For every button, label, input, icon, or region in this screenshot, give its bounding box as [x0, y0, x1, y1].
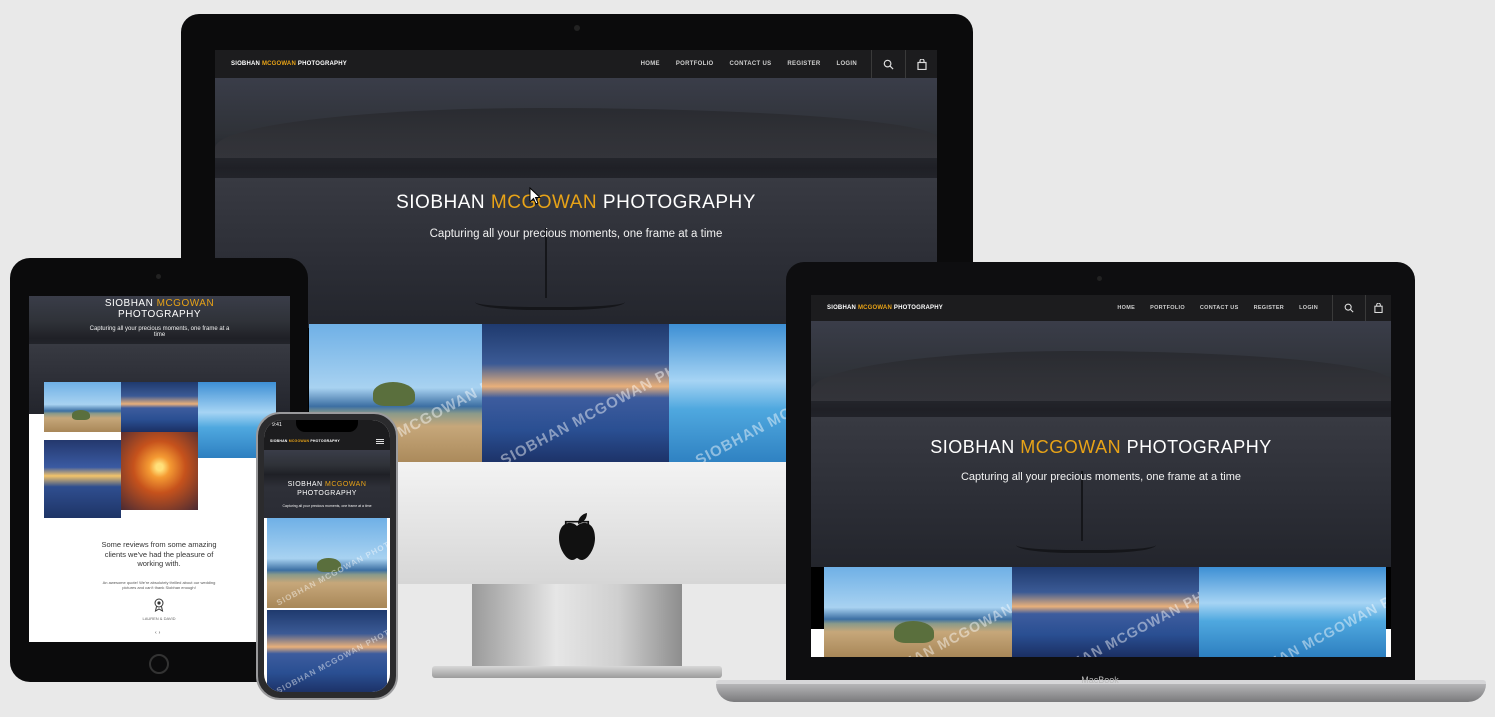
apple-logo-shape: [559, 513, 595, 560]
ipad-home-button: [149, 654, 169, 674]
nav-home[interactable]: HOME: [1117, 305, 1135, 311]
ipad-screen: SIOBHAN MCGOWAN PHOTOGRAPHY Capturing al…: [29, 296, 290, 642]
iphone-notch: [296, 420, 358, 432]
hamburger-menu-icon[interactable]: [376, 438, 384, 445]
iphone-device: SIOBHAN MCGOWAN PHOTOGRAPHY 9:41 SIOBHAN…: [256, 412, 398, 700]
nav-home[interactable]: HOME: [641, 61, 660, 67]
brand-logo[interactable]: SIOBHAN MCGOWAN PHOTOGRAPHY: [270, 439, 340, 443]
responsive-mockup: SIOBHAN MCGOWAN PHOTOGRAPHY Capturing al…: [0, 0, 1495, 717]
nav-menu: HOME PORTFOLIO CONTACT US REGISTER LOGIN: [1117, 295, 1318, 321]
hero-tagline: Capturing all your precious moments, one…: [282, 504, 372, 508]
brand-logo[interactable]: SIOBHAN MCGOWAN PHOTOGRAPHY: [827, 305, 943, 311]
ipad-camera: [156, 274, 161, 279]
top-nav: SIOBHAN MCGOWAN PHOTOGRAPHY HOME PORTFOL…: [215, 50, 937, 78]
hero-tagline: Capturing all your precious moments, one…: [960, 471, 1242, 483]
imac-stand: [472, 584, 682, 672]
hero-tagline: Capturing all your precious moments, one…: [429, 228, 723, 240]
hero-title: SIOBHAN MCGOWAN PHOTOGRAPHY: [287, 481, 367, 497]
nav-register[interactable]: REGISTER: [1254, 305, 1285, 311]
review-text: An awesome quote! We're absolutely thril…: [102, 580, 216, 590]
nav-portfolio[interactable]: PORTFOLIO: [1150, 305, 1185, 311]
reviews-heading: Some reviews from some amazing clients w…: [101, 540, 217, 568]
hero-tagline: Capturing all your precious moments, one…: [89, 326, 230, 338]
nav-login[interactable]: LOGIN: [1299, 305, 1318, 311]
gallery-photo-sunset[interactable]: SIOBHAN MCGOWAN PHOTOGRAPHY: [1012, 567, 1199, 657]
gallery-photo-sunset[interactable]: SIOBHAN MCGOWAN PHOTOGRAPHY: [482, 324, 669, 466]
shopping-bag-icon[interactable]: [905, 50, 937, 78]
nav-portfolio[interactable]: PORTFOLIO: [676, 61, 714, 67]
macbook-base: [716, 684, 1486, 702]
hero-title: SIOBHAN MCGOWAN PHOTOGRAPHY: [104, 298, 215, 320]
gallery-photo-beach[interactable]: SIOBHAN MCGOWAN PHOTOGRAPHY: [267, 518, 387, 608]
imac-camera: [574, 25, 580, 31]
shopping-bag-icon[interactable]: [1365, 295, 1391, 321]
status-time: 9:41: [272, 422, 282, 428]
top-nav: SIOBHAN MCGOWAN PHOTOGRAPHY HOME PORTFOL…: [811, 295, 1391, 321]
hero-banner: SIOBHAN MCGOWAN PHOTOGRAPHY Capturing al…: [264, 450, 390, 518]
macbook-label: MacBook: [1081, 675, 1119, 685]
mouse-cursor-icon: [529, 187, 541, 205]
nav-register[interactable]: REGISTER: [787, 61, 820, 67]
hero-banner: SIOBHAN MCGOWAN PHOTOGRAPHY Capturing al…: [811, 321, 1391, 567]
gallery-photo-beach[interactable]: [44, 382, 121, 432]
award-icon: [154, 598, 164, 612]
nav-menu: HOME PORTFOLIO CONTACT US REGISTER LOGIN: [641, 50, 857, 78]
imac-stand-base: [432, 666, 722, 678]
nav-contact-us[interactable]: CONTACT US: [730, 61, 772, 67]
reviewer-name: LAUREN & DAVID: [142, 616, 176, 621]
hero-title: SIOBHAN MCGOWAN PHOTOGRAPHY: [396, 192, 756, 213]
search-icon[interactable]: [1332, 295, 1365, 321]
iphone-screen: SIOBHAN MCGOWAN PHOTOGRAPHY 9:41 SIOBHAN…: [264, 420, 390, 692]
macbook-screen: SIOBHAN MCGOWAN PHOTOGRAPHY Capturing al…: [811, 295, 1391, 657]
gallery-photo-town[interactable]: [44, 440, 121, 518]
nav-login[interactable]: LOGIN: [837, 61, 858, 67]
gallery-photo-beach[interactable]: SIOBHAN MCGOWAN PHOTOGRAPHY: [824, 567, 1012, 657]
search-icon[interactable]: [871, 50, 905, 78]
gallery-photo-orange-sunset[interactable]: [121, 432, 198, 510]
nav-contact-us[interactable]: CONTACT US: [1200, 305, 1239, 311]
gallery-photo-sunset[interactable]: [121, 382, 198, 432]
carousel-arrows[interactable]: ‹›: [155, 630, 162, 636]
gallery-photo-sky[interactable]: SIOBHAN MCGOWAN PHOTOGRAPHY: [1199, 567, 1386, 657]
macbook-camera: [1097, 276, 1102, 281]
gallery-photo-sunset[interactable]: SIOBHAN MCGOWAN PHOTOGRAPHY: [267, 610, 387, 692]
hero-title: SIOBHAN MCGOWAN PHOTOGRAPHY: [930, 437, 1272, 457]
brand-logo[interactable]: SIOBHAN MCGOWAN PHOTOGRAPHY: [231, 61, 347, 67]
macbook-device: SIOBHAN MCGOWAN PHOTOGRAPHY Capturing al…: [786, 262, 1415, 680]
